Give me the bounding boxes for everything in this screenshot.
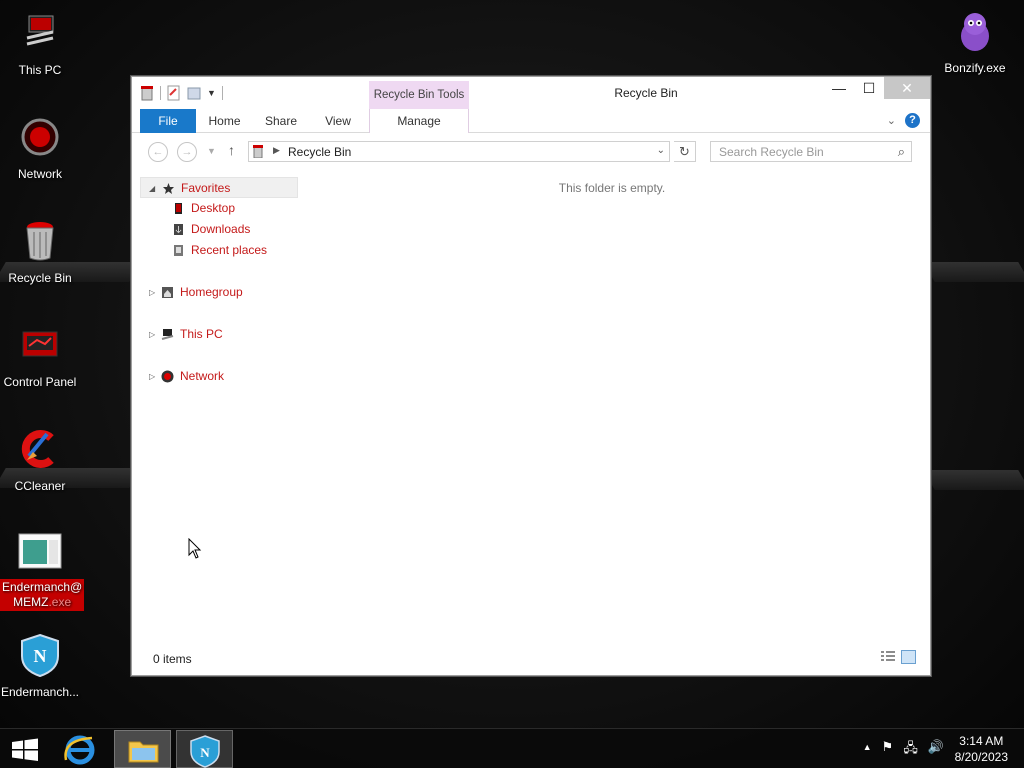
downloads-folder-icon [174,224,183,235]
shield-icon: N [190,735,220,768]
desktop-icon-ccleaner[interactable]: CCleaner [0,426,80,494]
large-icons-view-icon[interactable] [901,650,916,664]
network-status-icon[interactable]: 🖧 [903,739,918,761]
desktop-icon-bonzify[interactable]: Bonzify.exe [935,8,1015,76]
maximize-button[interactable]: ☐ [854,77,884,99]
wallpaper-stripe [923,262,1024,282]
nav-item-downloads[interactable]: Downloads [140,219,298,240]
favorites-star-icon [163,183,174,194]
mouse-pointer-icon [188,538,202,559]
tab-file[interactable]: File [140,109,196,133]
volume-icon[interactable]: 🔊 [928,739,944,761]
help-icon[interactable]: ? [905,113,920,128]
purple-gorilla-icon [961,13,989,51]
desktop-icon-memz-label: Endermanch@ MEMZ.exe [0,579,85,611]
wallpaper-stripe [923,470,1024,490]
address-bar[interactable]: ▶ Recycle Bin ⌄ [248,141,670,162]
nav-item-desktop[interactable]: Desktop [140,198,298,219]
desktop-icon-control-panel[interactable]: Control Panel [0,322,80,390]
nav-item-this-pc[interactable]: ▷ This PC [140,324,298,345]
content-area: ◢ Favorites Desktop Downloads Recent pla… [132,169,930,642]
close-button[interactable]: ✕ [884,77,930,99]
refresh-button[interactable]: ↻ [674,141,696,162]
desktop-icon-network[interactable]: Network [0,114,80,182]
nav-item-homegroup[interactable]: ▷ Homegroup [140,282,298,303]
expand-arrow-icon[interactable]: ▷ [149,366,155,387]
taskbar-clock[interactable]: 3:14 AM 8/20/2023 [955,733,1008,765]
expand-arrow-icon[interactable]: ▷ [149,324,155,345]
search-placeholder: Search Recycle Bin [719,145,824,159]
empty-folder-message: This folder is empty. [558,181,666,195]
recycle-bin-small-icon [253,145,263,158]
explorer-window: ▼ Recycle Bin Tools Recycle Bin — ☐ ✕ Fi… [131,76,931,676]
breadcrumb-arrow-icon[interactable]: ▶ [273,145,280,156]
breadcrumb-recycle-bin[interactable]: Recycle Bin [288,145,351,159]
ccleaner-icon [21,430,54,468]
taskbar-endermanch-app[interactable]: N [176,730,233,768]
up-button[interactable]: ↑ [228,142,235,158]
details-view-icon[interactable] [881,651,895,663]
desktop-icon-this-pc[interactable]: This PC [0,10,80,78]
taskbar: N ▲ ⚑ 🖧 🔊 3:14 AM 8/20/2023 [0,728,1024,768]
svg-text:N: N [200,745,210,760]
recycle-bin-icon [26,222,54,261]
tab-share[interactable]: Share [259,109,303,133]
item-count: 0 items [153,652,192,666]
recent-places-icon [174,245,183,256]
back-button[interactable]: ← [148,142,168,162]
nav-item-favorites[interactable]: ◢ Favorites [140,177,298,198]
action-center-flag-icon[interactable]: ⚑ [882,739,894,761]
svg-text:N: N [34,646,47,666]
search-icon[interactable]: ⌕ [898,144,905,160]
network-icon [161,370,174,383]
windows-logo-icon [12,738,38,761]
taskbar-file-explorer[interactable] [114,730,171,768]
tab-manage[interactable]: Manage [369,109,469,133]
search-input[interactable]: Search Recycle Bin ⌕ [710,141,912,162]
tab-view[interactable]: View [317,109,359,133]
computer-icon [26,15,54,46]
shield-icon: N [21,633,59,678]
desktop-icon-endermanch[interactable]: N Endermanch... [0,632,80,700]
window-controls: — ☐ ✕ [824,77,930,99]
desktop-folder-icon [175,203,182,214]
network-globe-icon [21,118,59,156]
homegroup-icon [162,287,173,298]
minimize-button[interactable]: — [824,77,854,99]
control-panel-icon [22,331,58,357]
window-title: Recycle Bin [614,86,678,100]
application-window-icon [18,533,62,569]
title-bar[interactable]: ▼ Recycle Bin Tools Recycle Bin — ☐ ✕ [132,77,930,109]
tab-home[interactable]: Home [202,109,247,133]
ribbon-tabs: File Home Share View Manage ⌄ ? [132,109,930,133]
start-button[interactable] [0,730,50,768]
clock-time: 3:14 AM [959,734,1004,748]
folder-icon [128,741,159,763]
internet-explorer-icon [64,735,95,765]
forward-button[interactable]: → [177,142,197,162]
desktop-icon-recycle-bin[interactable]: Recycle Bin [0,218,80,286]
show-hidden-icons-icon[interactable]: ▲ [863,739,872,761]
clock-date: 8/20/2023 [954,750,1008,764]
expand-ribbon-chevron-icon[interactable]: ⌄ [887,114,896,127]
address-dropdown-icon[interactable]: ⌄ [657,145,665,156]
system-tray: ▲ ⚑ 🖧 🔊 [863,739,944,761]
recent-locations-dropdown-icon[interactable]: ▼ [207,146,216,156]
desktop-icon-memz[interactable]: Endermanch@ MEMZ.exe [0,530,85,611]
this-pc-icon [161,329,174,340]
nav-item-recent-places[interactable]: Recent places [140,240,298,261]
navigation-bar: ← → ▼ ↑ ▶ Recycle Bin ⌄ ↻ Search Recycle… [132,133,930,169]
navigation-pane: ◢ Favorites Desktop Downloads Recent pla… [140,177,298,637]
status-bar: 0 items [132,641,930,675]
collapse-arrow-icon[interactable]: ◢ [149,178,155,199]
taskbar-internet-explorer[interactable] [52,730,109,768]
expand-arrow-icon[interactable]: ▷ [149,282,155,303]
nav-item-network[interactable]: ▷ Network [140,366,298,387]
